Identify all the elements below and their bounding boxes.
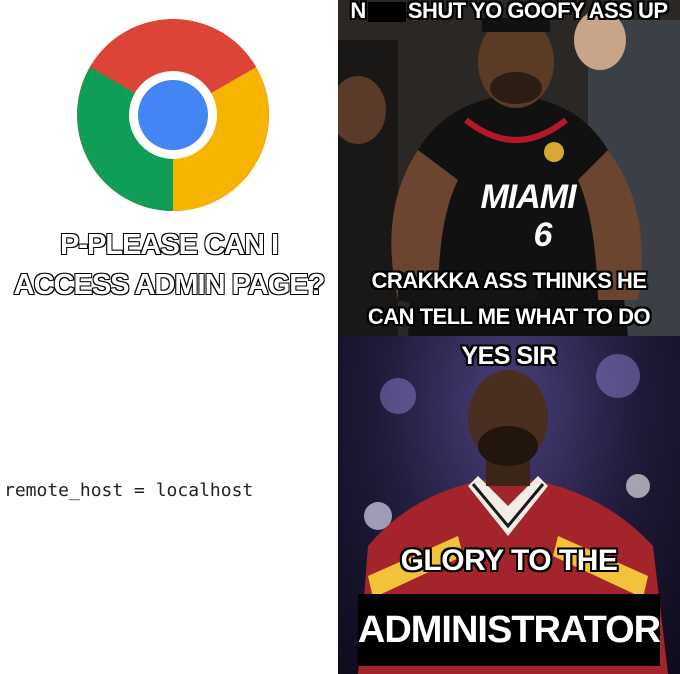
bottom-meme-line-1: GLORY TO THE [400, 544, 618, 577]
administrator-label: ADMINISTRATOR [357, 608, 661, 651]
top-meme-top-text: N SHUT YO GOOFY ASS UP [338, 0, 680, 24]
bottom-meme-top-text: YES SIR [461, 342, 557, 370]
caption-line-2: ACCESS ADMIN PAGE? [13, 268, 326, 302]
jersey-number: 6 [533, 216, 553, 254]
censor-bar [367, 2, 406, 23]
top-text-suffix: SHUT YO GOOFY ASS UP [407, 0, 668, 23]
jersey-team: MIAMI [480, 178, 576, 216]
administrator-label-box: ADMINISTRATOR [357, 594, 661, 666]
caption-line-1: P-PLEASE CAN I [59, 228, 280, 262]
code-text: remote_host = localhost [4, 480, 254, 501]
top-text-prefix: N [350, 0, 366, 23]
top-meme-panel: N SHUT YO GOOFY ASS UP MIAMI 6 CRAKKKA AS… [338, 0, 680, 336]
chrome-logo-icon [76, 18, 270, 212]
left-panel: P-PLEASE CAN I ACCESS ADMIN PAGE? remote… [0, 0, 338, 674]
top-meme-bottom-line-2: CAN TELL ME WHAT TO DO [367, 304, 651, 329]
top-meme-bottom-line-1: CRAKKKA ASS THINKS HE [371, 268, 647, 293]
